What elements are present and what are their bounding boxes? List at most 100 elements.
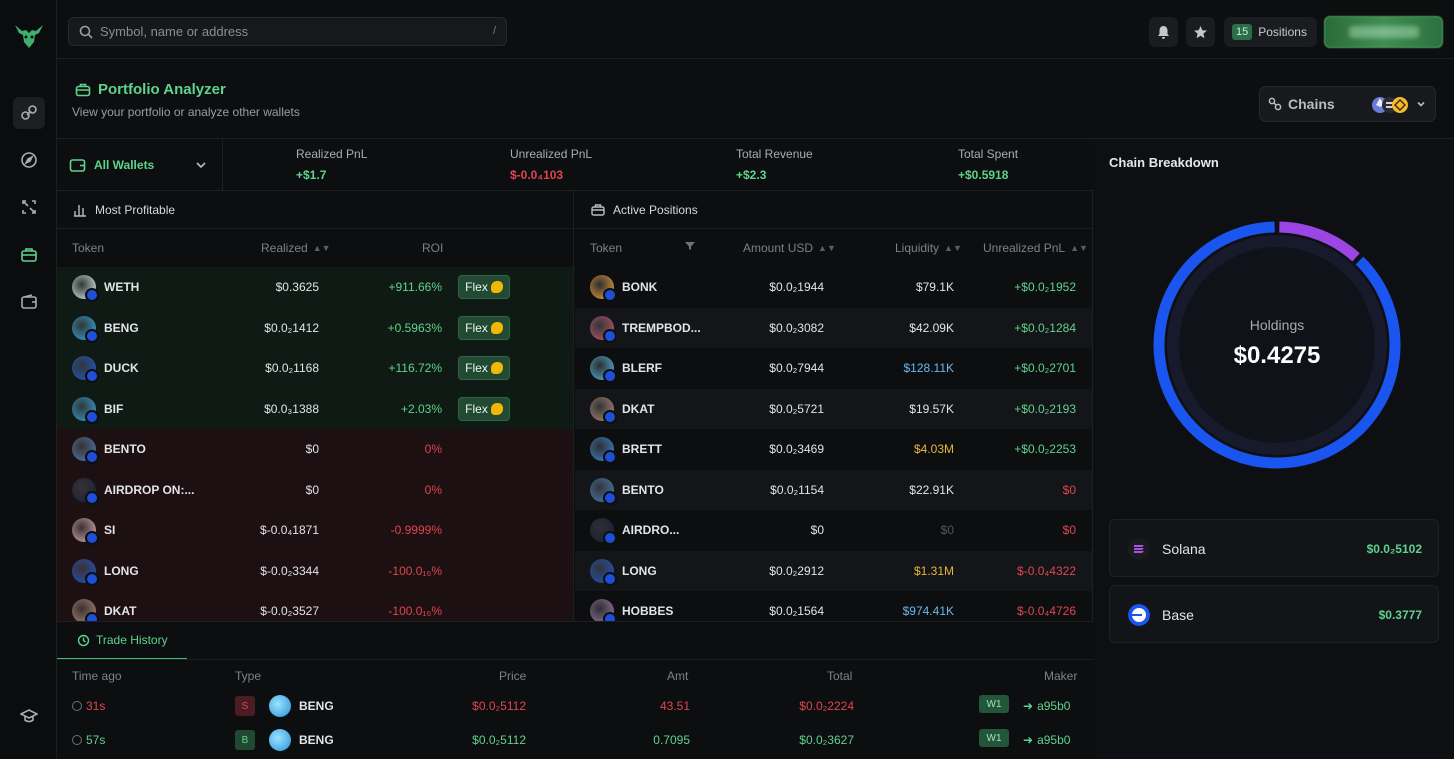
token-symbol: SI bbox=[104, 523, 116, 537]
favorites-star-icon[interactable] bbox=[1186, 17, 1215, 47]
table-row[interactable]: BIF $0.0₃1388 +2.03% Flex bbox=[57, 388, 573, 429]
trade-amount: 43.51 bbox=[659, 699, 690, 713]
portfolio-briefcase-icon[interactable] bbox=[13, 239, 45, 271]
table-row[interactable]: BENTO $0 0% bbox=[57, 429, 573, 470]
realized-value: $0.0₂1168 bbox=[265, 361, 319, 375]
unrealized-pnl-value: $-0.0₄103 bbox=[510, 168, 564, 182]
unrealized-pnl-value: +$0.0₂1284 bbox=[1014, 320, 1076, 335]
trade-total: $0.0₂2224 bbox=[799, 699, 854, 713]
trade-type-badge: B bbox=[235, 730, 255, 750]
col-unrealized-pnl[interactable]: Unrealized PnL ▲▼ bbox=[983, 241, 1088, 255]
trade-history-label: Trade History bbox=[96, 633, 168, 647]
active-positions-title: Active Positions bbox=[613, 202, 698, 217]
flex-share-button[interactable]: Flex bbox=[458, 275, 510, 299]
trade-type-badge: S bbox=[235, 696, 255, 716]
briefcase-icon bbox=[75, 83, 91, 96]
swap-arrows-icon[interactable] bbox=[13, 191, 45, 223]
realized-value: $0 bbox=[305, 442, 319, 456]
trade-row[interactable]: 57s B BENG $0.0₂5112 0.7095 $0.0₂3627 W1 ➜ a95b0 bbox=[57, 725, 1093, 757]
col-price: Price bbox=[499, 669, 527, 683]
table-row[interactable]: LONG $0.0₂2912 $1.31M $-0.0₄4322 bbox=[575, 550, 1092, 591]
token-logo-icon bbox=[590, 599, 617, 621]
positions-button[interactable]: 15 Positions bbox=[1224, 17, 1317, 47]
table-row[interactable]: BRETT $0.0₂3469 $4.03M +$0.0₂2253 bbox=[575, 429, 1092, 470]
wallet-icon[interactable] bbox=[13, 286, 45, 318]
search-input[interactable] bbox=[100, 24, 480, 39]
tab-trade-history[interactable]: Trade History bbox=[57, 622, 187, 660]
amount-usd-value: $0.0₂2912 bbox=[769, 563, 824, 578]
filter-funnel-icon[interactable] bbox=[685, 240, 695, 254]
unrealized-pnl-value: $0 bbox=[1062, 523, 1076, 537]
unrealized-pnl-value: +$0.0₂1952 bbox=[1014, 280, 1076, 294]
col-realized[interactable]: Realized ▲▼ bbox=[261, 241, 331, 255]
notifications-bell-icon[interactable] bbox=[1149, 17, 1178, 47]
table-row[interactable]: BENTO $0.0₂1154 $22.91K $0 bbox=[575, 469, 1092, 510]
unrealized-pnl-stat: Unrealized PnL $-0.0₄103 bbox=[510, 147, 592, 182]
token-logo-icon bbox=[590, 396, 617, 424]
chains-link-icon[interactable] bbox=[13, 97, 45, 129]
bull-logo-icon[interactable] bbox=[13, 22, 45, 50]
chain-value: $0.0₂5102 bbox=[1366, 542, 1422, 556]
token-logo-icon bbox=[590, 356, 617, 383]
account-wallet-button[interactable] bbox=[1324, 16, 1443, 48]
chains-filter-button[interactable]: Chains bbox=[1259, 86, 1436, 122]
compass-icon[interactable] bbox=[13, 144, 45, 176]
trade-time: 31s bbox=[72, 699, 105, 713]
table-row[interactable]: TREMPBOD... $0.0₂3082 $42.09K +$0.0₂1284 bbox=[575, 307, 1092, 348]
table-row[interactable]: SI $-0.0₄1871 -0.9999% bbox=[57, 510, 573, 551]
table-row[interactable]: AIRDROP ON:... $0 0% bbox=[57, 469, 573, 510]
token-symbol: BRETT bbox=[622, 442, 662, 456]
table-row[interactable]: BENG $0.0₂1412 +0.5963% Flex bbox=[57, 307, 573, 348]
table-row[interactable]: LONG $-0.0₂3344 -100.0₁₆% bbox=[57, 550, 573, 591]
active-positions-header: Token Amount USD ▲▼ Liquidity ▲▼ Unrealize… bbox=[575, 229, 1092, 267]
realized-value: $0.0₂1412 bbox=[264, 320, 319, 335]
token-symbol: DUCK bbox=[104, 361, 139, 375]
token-symbol: WETH bbox=[104, 280, 140, 294]
sort-icon: ▲▼ bbox=[1070, 243, 1088, 253]
chains-label: Chains bbox=[1288, 96, 1335, 112]
realized-value: $0 bbox=[305, 482, 319, 497]
most-profitable-panel: Most Profitable Token Realized ▲▼ ROI WET… bbox=[57, 191, 574, 621]
table-row[interactable]: BLERF $0.0₂7944 $128.11K +$0.0₂2701 bbox=[575, 348, 1092, 389]
total-spent-stat: Total Spent +$0.5918 bbox=[958, 147, 1018, 182]
unrealized-pnl-value: $0 bbox=[1062, 482, 1076, 497]
flexed-biceps-icon bbox=[490, 281, 503, 293]
token-symbol: BLERF bbox=[622, 361, 662, 375]
trade-row[interactable]: 31s S BENG $0.0₂5112 43.51 $0.0₂2224 W1 ➜ a95b0 bbox=[57, 691, 1093, 723]
col-amount-usd[interactable]: Amount USD ▲▼ bbox=[743, 241, 836, 255]
chain-name: Solana bbox=[1162, 541, 1206, 557]
table-row[interactable]: AIRDRO... $0 $0 $0 bbox=[575, 510, 1092, 551]
wallet-tag-badge: W1 bbox=[979, 729, 1009, 747]
sort-icon: ▲▼ bbox=[944, 243, 962, 253]
realized-pnl-stat: Realized PnL +$1.7 bbox=[296, 147, 367, 182]
amount-usd-value: $0.0₂5721 bbox=[769, 401, 824, 416]
maker-address[interactable]: ➜ a95b0 bbox=[1023, 699, 1070, 713]
chain-row-base[interactable]: Base $0.3777 bbox=[1109, 585, 1439, 643]
table-row[interactable]: DKAT $-0.0₂3527 -100.0₁₆% bbox=[57, 591, 573, 621]
wallet-tag-badge: W1 bbox=[979, 695, 1009, 713]
trade-token: BENG bbox=[299, 699, 334, 713]
col-liquidity[interactable]: Liquidity ▲▼ bbox=[895, 241, 962, 255]
active-positions-panel: Active Positions Token Amount USD ▲▼ Liqu… bbox=[575, 191, 1093, 621]
graduation-cap-icon[interactable] bbox=[13, 700, 45, 732]
table-row[interactable]: HOBBES $0.0₂1564 $974.41K $-0.0₄4726 bbox=[575, 591, 1092, 621]
token-symbol: AIRDRO... bbox=[622, 523, 680, 537]
flex-share-button[interactable]: Flex bbox=[458, 315, 510, 340]
page-header: Portfolio Analyzer View your portfolio o… bbox=[57, 59, 1454, 139]
token-logo-icon bbox=[590, 518, 617, 545]
token-logo-icon bbox=[269, 729, 291, 751]
search-box[interactable]: / bbox=[68, 17, 507, 46]
trade-token: BENG bbox=[299, 733, 334, 747]
table-row[interactable]: DKAT $0.0₂5721 $19.57K +$0.0₂2193 bbox=[575, 388, 1092, 429]
wallet-selector-dropdown[interactable]: All Wallets bbox=[57, 139, 223, 191]
table-row[interactable]: BONK $0.0₂1944 $79.1K +$0.0₂1952 bbox=[575, 267, 1092, 308]
roi-value: -100.0₁₆% bbox=[388, 604, 442, 618]
flex-share-button[interactable]: Flex bbox=[458, 356, 510, 380]
table-row[interactable]: DUCK $0.0₂1168 +116.72% Flex bbox=[57, 348, 573, 389]
table-row[interactable]: WETH $0.3625 +911.66% Flex bbox=[57, 267, 573, 308]
maker-address[interactable]: ➜ a95b0 bbox=[1023, 733, 1070, 747]
total-spent-value: +$0.5918 bbox=[958, 168, 1009, 182]
amount-usd-value: $0 bbox=[810, 523, 824, 537]
chain-row-solana[interactable]: Solana $0.0₂5102 bbox=[1109, 519, 1439, 577]
flex-share-button[interactable]: Flex bbox=[458, 396, 510, 421]
